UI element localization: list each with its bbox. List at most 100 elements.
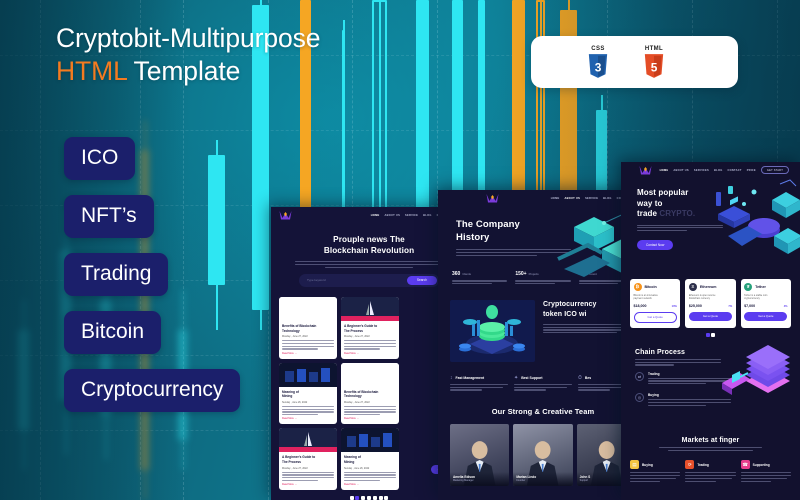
coin-icon: ₮ — [744, 282, 753, 291]
stat-item: 360 Clients — [452, 271, 508, 286]
technology-badge-card: CSS 3 HTML 5 — [531, 36, 738, 88]
mock-left-search-bar[interactable]: Type keyword Search — [299, 273, 439, 287]
tag-pill-bitcoin[interactable]: Bitcoin — [64, 311, 162, 354]
blog-card-title: Benefits of Blockchain Technology — [282, 323, 317, 333]
page-dot-6[interactable] — [378, 496, 383, 500]
support-icon: ☎ — [740, 460, 750, 470]
page-dot-7[interactable] — [384, 496, 389, 500]
right-hero-3-text: trade — [637, 209, 658, 218]
nav-item-blog[interactable]: BLOG — [423, 214, 432, 217]
tag-pill-cryptocurrency[interactable]: Cryptocurrency — [64, 369, 241, 412]
headline-accent: HTML — [56, 56, 127, 86]
tag-pill-list: ICO NFT’s Trading Bitcoin Cryptocurrency — [64, 137, 241, 427]
chain-process-section: Chain Process ⇄ Trading ◎ Buying — [621, 337, 800, 407]
nav-item-blog[interactable]: BLOG — [714, 169, 723, 172]
nav-item-aboutus[interactable]: ABOUT US — [673, 169, 689, 172]
page-dot-4[interactable] — [367, 496, 371, 500]
blog-card-link[interactable]: Read More → — [344, 352, 396, 355]
team-role: Founder — [516, 479, 526, 483]
search-input[interactable]: Type keyword — [301, 278, 407, 282]
html5-shield-icon: 5 — [644, 53, 664, 78]
buying-icon: ◎ — [635, 392, 644, 402]
mock-left-hero-desc — [295, 261, 443, 268]
stat-label: Projects — [528, 272, 539, 277]
blog-card-date: Sunday , June 26, 2022 — [344, 466, 370, 470]
blog-card-link[interactable]: Read More → — [282, 352, 334, 355]
page-dot-1[interactable] — [349, 496, 354, 500]
nav-item-home[interactable]: HOME — [551, 197, 560, 200]
blog-card-link[interactable]: Read More → — [282, 417, 334, 420]
tag-pill-nfts[interactable]: NFT’s — [64, 195, 154, 238]
coin-quote-button[interactable]: Get a Quote — [633, 311, 677, 323]
blog-card[interactable]: Meaning of Mining Sunday , June 26, 2022 Re… — [279, 362, 337, 425]
promo-section: Cryptocurrency token ICO wi — [438, 286, 648, 362]
page-dot-3[interactable] — [361, 496, 366, 500]
nav-item-aboutus[interactable]: ABOUT US — [385, 214, 401, 217]
coin-price: $25,000 — [688, 303, 702, 308]
nav-item-aboutus[interactable]: ABOUT US — [565, 197, 581, 200]
html5-badge: HTML 5 — [643, 46, 665, 79]
tag-pill-ico[interactable]: ICO — [64, 137, 136, 180]
contact-now-button[interactable]: Contact Now — [637, 239, 674, 250]
feature-label: Fast Management — [455, 375, 485, 380]
blog-card[interactable]: Benefits of Blockchain Technology Monday ,… — [341, 362, 399, 425]
mock-right-nav-items[interactable]: HOME ABOUT US SERVICES BLOG CONTACT PRICE — [660, 169, 756, 172]
nav-item-contact[interactable]: CONTACT — [727, 169, 741, 172]
nav-item-home[interactable]: HOME — [660, 169, 669, 172]
market-item: ▤ Buying — [630, 460, 681, 483]
coin-quote-button[interactable]: Get a Quote — [744, 311, 788, 321]
wallet-icon: ▤ — [630, 460, 639, 470]
tag-pill-trading[interactable]: Trading — [64, 253, 169, 296]
coin-card[interactable]: ₿ Bitcoin Bitcoin is an innovative payment … — [630, 278, 681, 328]
blog-card-title: A Beginner's Guide to The Process — [282, 455, 316, 464]
team-card[interactable]: Amelia Edison Marketing Manager — [450, 424, 510, 487]
coin-change: 4% — [783, 304, 788, 308]
team-card[interactable]: Marian Lindo Founder — [513, 424, 573, 487]
blog-card-title: A Beginner's Guide to The Process — [344, 323, 378, 333]
feature-row: ↕ Fast Management ✦ Best Support ⏱ Bes — [438, 362, 648, 392]
nav-item-home[interactable]: HOME — [371, 214, 380, 217]
blog-card[interactable]: Meaning of Mining Sunday , June 26, 2022 Re… — [341, 428, 399, 491]
coin-name: Bitcoin — [644, 284, 657, 289]
mock-left-hero-title-1: Prouple news The — [333, 235, 405, 244]
nav-item-service[interactable]: SERVICE — [585, 197, 598, 200]
blog-card-title: Meaning of Mining — [344, 455, 361, 464]
blog-card-link[interactable]: Read More → — [344, 417, 396, 420]
token-illustration — [450, 299, 535, 362]
coin-icon: Ξ — [688, 282, 697, 291]
stat-label: Clients — [462, 272, 471, 277]
page-dot-5[interactable] — [372, 496, 377, 500]
mockup-crypto-trade[interactable]: HOME ABOUT US SERVICES BLOG CONTACT PRICE GET… — [621, 162, 800, 500]
coin-card[interactable]: Ξ Ethereum Ethereum is open source blockcha… — [685, 278, 736, 328]
blog-card-link[interactable]: Read More → — [282, 483, 334, 486]
search-button[interactable]: Search — [406, 275, 437, 285]
page-dot-2[interactable] — [355, 496, 360, 500]
mock-left-hero-title-2: Blockchain Revolution — [323, 246, 415, 255]
coin-change: 10% — [671, 304, 677, 308]
blog-card[interactable]: A Beginner's Guide to The Process Monday ,… — [279, 428, 337, 491]
isometric-devices-illustration — [716, 179, 800, 254]
blog-card-link[interactable]: Read More → — [344, 483, 396, 486]
nav-item-blog[interactable]: BLOG — [603, 197, 612, 200]
coin-quote-button[interactable]: Get a Quote — [688, 311, 733, 321]
markets-item-row: ▤ Buying ⟳ Trading ☎ Supporting — [621, 451, 800, 483]
feature-label: Bes — [584, 375, 592, 380]
coin-price: $7,000 — [744, 303, 756, 308]
blog-card[interactable]: A Beginner's Guide to The Process Monday ,… — [341, 296, 399, 359]
coin-card[interactable]: ₮ Tether Tether is a stable coin cryptocurr… — [740, 278, 791, 328]
mockup-company-history[interactable]: HOMEABOUT USSERVICEBLOGCONTACTPRI The Co… — [438, 190, 648, 500]
blog-card-date: Sunday , June 26, 2022 — [282, 400, 308, 404]
nav-item-price[interactable]: PRICE — [747, 169, 756, 172]
svg-text:3: 3 — [595, 60, 602, 74]
blog-card[interactable]: Benefits of Blockchain Technology Monday ,… — [279, 296, 337, 359]
svg-text:5: 5 — [651, 60, 658, 74]
market-item: ⟳ Trading — [685, 460, 736, 483]
support-icon: ✦ — [514, 374, 519, 381]
team-title: Our Strong & Creative Team — [491, 407, 595, 417]
template-banner: Cryptobit-Multipurpose HTML Template ICO… — [0, 0, 800, 500]
nav-item-service[interactable]: SERVICE — [405, 214, 418, 217]
get-start-button[interactable]: GET START — [760, 166, 789, 174]
css3-label: CSS — [591, 45, 605, 52]
blog-card-date: Monday , June 27, 2022 — [282, 335, 308, 339]
nav-item-services[interactable]: SERVICES — [694, 169, 709, 172]
